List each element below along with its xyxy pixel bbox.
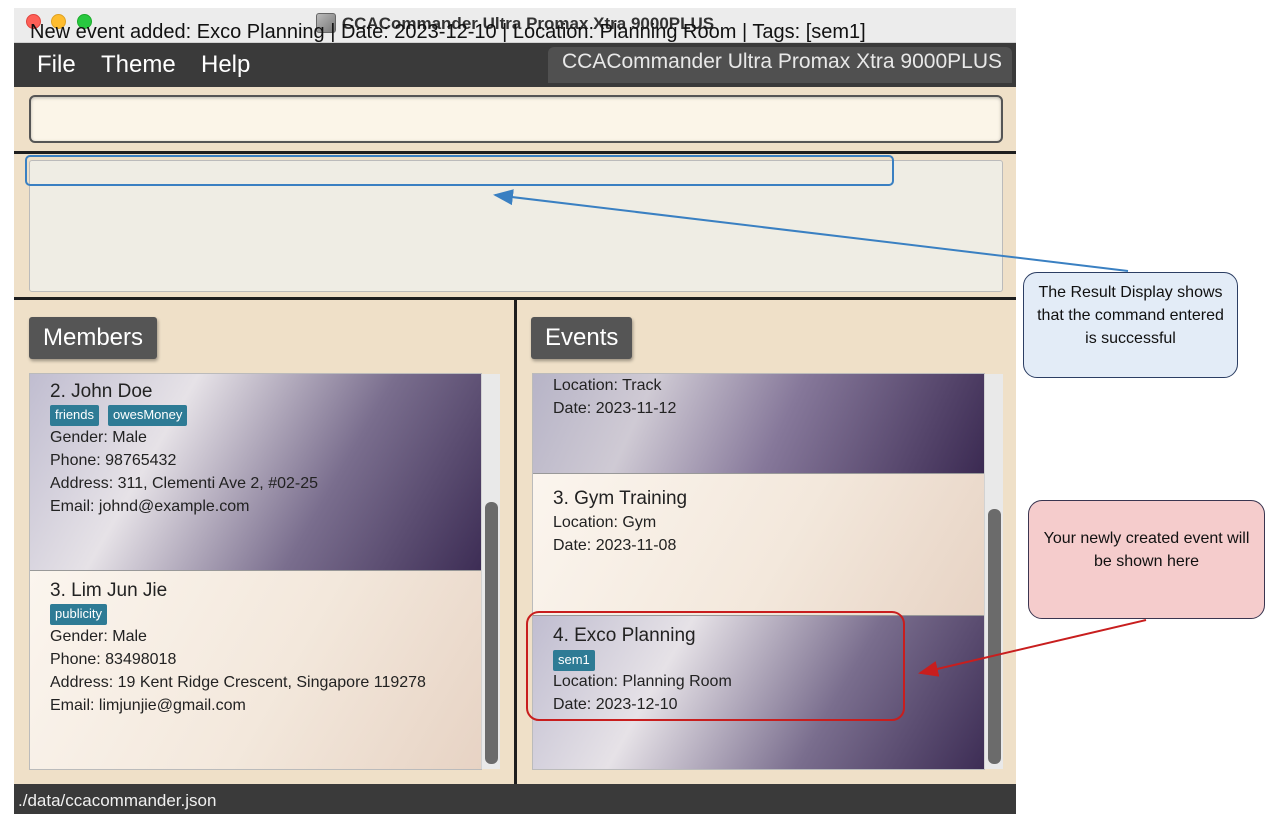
result-arrow (493, 189, 1129, 272)
annotation-arrows (493, 189, 1147, 677)
event-arrow (918, 619, 1147, 677)
